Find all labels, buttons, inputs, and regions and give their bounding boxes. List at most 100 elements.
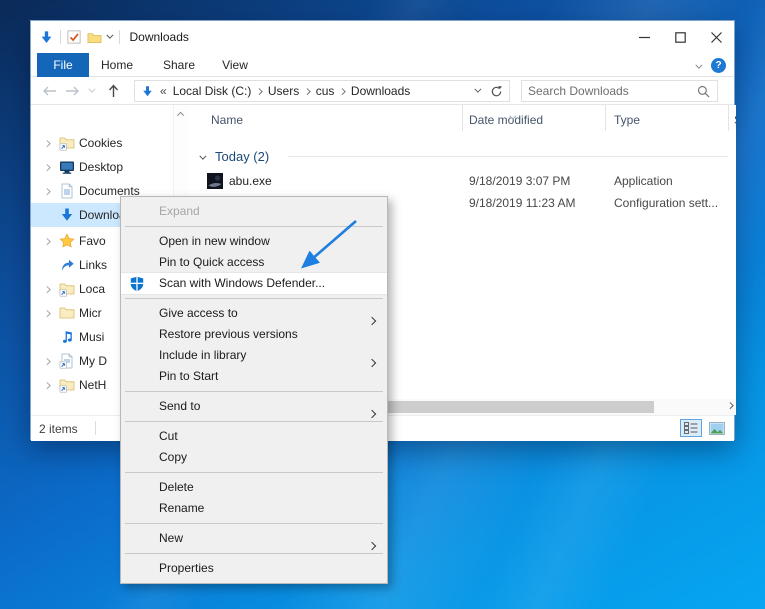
- menu-item-copy[interactable]: Copy: [121, 447, 387, 468]
- collapse-group-chevron-icon[interactable]: [201, 154, 206, 159]
- toolbar-divider: [119, 30, 120, 44]
- scroll-right-arrow-icon[interactable]: [728, 403, 733, 408]
- navigation-bar: « Local Disk (C:) Users cus Downloads: [31, 77, 734, 105]
- downloads-icon: [59, 207, 75, 223]
- search-box[interactable]: [521, 80, 718, 102]
- forward-button[interactable]: [62, 77, 82, 105]
- file-type: Application: [614, 174, 673, 188]
- status-divider: [95, 421, 96, 435]
- menu-item-pin-to-start[interactable]: Pin to Start: [121, 366, 387, 387]
- tab-file[interactable]: File: [37, 53, 89, 77]
- folder-icon: [59, 305, 75, 321]
- expand-chevron-icon[interactable]: [45, 189, 50, 194]
- file-type: Configuration sett...: [614, 196, 718, 210]
- scroll-up-arrow-icon[interactable]: [177, 112, 183, 118]
- links-icon: [59, 257, 75, 273]
- column-header-name[interactable]: Name: [189, 105, 463, 131]
- document-icon: [59, 183, 75, 199]
- breadcrumb-segment[interactable]: Downloads: [351, 84, 410, 98]
- menu-item-cut[interactable]: Cut: [121, 426, 387, 447]
- expand-chevron-icon[interactable]: [45, 239, 50, 244]
- expand-chevron-icon[interactable]: [45, 359, 50, 364]
- expand-chevron-icon[interactable]: [45, 383, 50, 388]
- menu-item-send-to[interactable]: Send to: [121, 396, 387, 417]
- maximize-button[interactable]: [662, 21, 698, 53]
- desktop-icon: [59, 159, 75, 175]
- menu-item-rename[interactable]: Rename: [121, 498, 387, 519]
- menu-item-delete[interactable]: Delete: [121, 477, 387, 498]
- breadcrumb-segment[interactable]: cus: [316, 84, 335, 98]
- large-icons-view-button[interactable]: [706, 419, 728, 437]
- quick-access-toolbar: [31, 30, 120, 45]
- tab-home[interactable]: Home: [93, 53, 141, 77]
- menu-separator: [125, 472, 383, 473]
- breadcrumb-segment[interactable]: Users: [268, 84, 299, 98]
- sidebar-item-desktop[interactable]: Desktop: [31, 155, 173, 179]
- recent-locations-chevron-icon[interactable]: [85, 77, 99, 105]
- ribbon-tab-bar: File Home Share View ?: [31, 53, 734, 77]
- annotation-arrow: [288, 208, 368, 278]
- menu-separator: [125, 523, 383, 524]
- music-note-icon: [59, 329, 75, 345]
- abu-exe-icon: [207, 173, 223, 189]
- window-controls: [626, 21, 734, 53]
- window-title: Downloads: [130, 30, 189, 44]
- close-button[interactable]: [698, 21, 734, 53]
- document-shortcut-icon: [59, 353, 75, 369]
- new-folder-icon[interactable]: [87, 31, 102, 44]
- group-divider-line: [288, 156, 728, 157]
- file-name[interactable]: abu.exe: [229, 174, 272, 188]
- column-header-type[interactable]: Type: [606, 105, 729, 131]
- file-date-modified: 9/18/2019 11:23 AM: [469, 196, 576, 210]
- menu-item-include-in-library[interactable]: Include in library: [121, 345, 387, 366]
- tab-share[interactable]: Share: [155, 53, 203, 77]
- menu-separator: [125, 298, 383, 299]
- breadcrumb-chevron-icon: [340, 89, 345, 94]
- details-view-button[interactable]: [680, 419, 702, 437]
- back-button[interactable]: [39, 77, 59, 105]
- file-date-modified: 9/18/2019 3:07 PM: [469, 174, 570, 188]
- tab-view[interactable]: View: [213, 53, 257, 77]
- menu-item-give-access-to[interactable]: Give access to: [121, 303, 387, 324]
- refresh-icon[interactable]: [490, 85, 503, 98]
- folder-shortcut-icon: [59, 135, 75, 151]
- sidebar-item-cookies[interactable]: Cookies: [31, 131, 173, 155]
- title-bar[interactable]: Downloads: [31, 21, 734, 53]
- expand-chevron-icon[interactable]: [45, 287, 50, 292]
- sort-indicator-chevron-icon: [511, 107, 516, 121]
- menu-item-properties[interactable]: Properties: [121, 558, 387, 579]
- folder-shortcut-icon: [59, 281, 75, 297]
- expand-chevron-icon[interactable]: [45, 165, 50, 170]
- column-header-size[interactable]: Size: [729, 105, 736, 131]
- breadcrumb-chevron-icon: [257, 89, 262, 94]
- properties-check-icon[interactable]: [67, 30, 81, 44]
- search-input[interactable]: [522, 84, 697, 98]
- expand-ribbon-chevron-icon[interactable]: [696, 62, 702, 68]
- star-icon: [59, 233, 75, 249]
- search-icon[interactable]: [697, 85, 710, 98]
- breadcrumb-overflow[interactable]: «: [160, 84, 167, 98]
- expand-chevron-icon[interactable]: [45, 141, 50, 146]
- address-bar[interactable]: « Local Disk (C:) Users cus Downloads: [134, 80, 510, 102]
- up-button[interactable]: [103, 77, 123, 105]
- breadcrumb-segment[interactable]: Local Disk (C:): [173, 84, 252, 98]
- submenu-chevron-icon: [369, 403, 375, 424]
- menu-separator: [125, 421, 383, 422]
- breadcrumb-chevron-icon: [305, 89, 310, 94]
- group-header-today[interactable]: Today (2): [189, 145, 736, 167]
- expand-chevron-icon[interactable]: [45, 311, 50, 316]
- customize-toolbar-chevron-icon[interactable]: [107, 32, 113, 38]
- menu-item-restore-previous-versions[interactable]: Restore previous versions: [121, 324, 387, 345]
- minimize-button[interactable]: [626, 21, 662, 53]
- help-icon[interactable]: ?: [711, 58, 726, 73]
- menu-separator: [125, 553, 383, 554]
- submenu-chevron-icon: [369, 535, 375, 556]
- folder-shortcut-icon: [59, 377, 75, 393]
- address-dropdown-chevron-icon[interactable]: [475, 86, 481, 92]
- downloads-location-icon: [141, 85, 154, 98]
- menu-item-new[interactable]: New: [121, 528, 387, 549]
- file-row-abu-exe[interactable]: abu.exe 9/18/2019 3:07 PM Application: [189, 171, 736, 193]
- column-header-date-modified[interactable]: Date modified: [463, 105, 606, 131]
- menu-separator: [125, 391, 383, 392]
- toolbar-divider: [60, 30, 61, 44]
